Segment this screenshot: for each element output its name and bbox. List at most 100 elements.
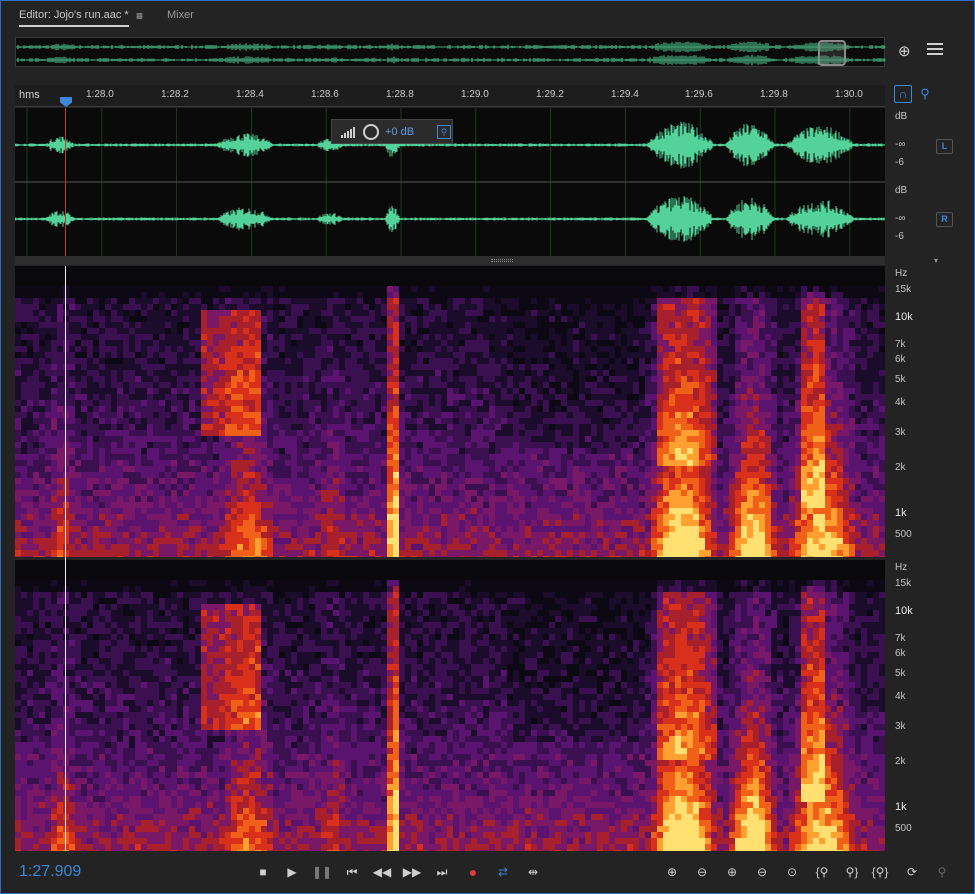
time-ruler[interactable]: hms 1:28.0 1:28.2 1:28.4 1:28.6 1:28.8 1… bbox=[15, 85, 885, 107]
spectrogram-cell bbox=[195, 538, 201, 544]
spectrogram-cell bbox=[249, 322, 255, 328]
spectrogram-cell bbox=[195, 292, 201, 298]
spectrogram-cell bbox=[159, 334, 165, 340]
snap-icon[interactable]: ∩ bbox=[894, 85, 912, 103]
spectrogram-cell bbox=[159, 418, 165, 424]
spectrogram-cell bbox=[237, 520, 243, 526]
overview-waveform[interactable] bbox=[15, 37, 886, 67]
zoom-navigator-icon[interactable]: ⊕ bbox=[898, 42, 916, 60]
hamburger-menu-icon[interactable]: ≡ bbox=[136, 9, 143, 23]
spectrogram-cell bbox=[231, 556, 237, 557]
spectrogram-cell bbox=[105, 460, 111, 466]
spectrogram-cell bbox=[39, 304, 45, 310]
spectrogram-cell bbox=[123, 454, 129, 460]
spectrogram-cell bbox=[129, 460, 135, 466]
spectrogram-cell bbox=[171, 526, 177, 532]
ruler-unit: hms bbox=[19, 89, 40, 101]
spectrogram-cell bbox=[183, 430, 189, 436]
spectrogram-cell bbox=[135, 472, 141, 478]
spectrogram-cell bbox=[99, 412, 105, 418]
volume-hud[interactable]: +0 dB ⚲ bbox=[331, 119, 453, 144]
spectrogram-cell bbox=[201, 472, 207, 478]
spectrogram-cell bbox=[45, 514, 51, 520]
spectrogram-cell bbox=[273, 310, 279, 316]
spectrogram-cell bbox=[243, 406, 249, 412]
spectrogram-cell bbox=[255, 520, 261, 526]
spectrogram-cell bbox=[201, 358, 207, 364]
spectral-display-left[interactable] bbox=[15, 266, 885, 557]
spectrogram-cell bbox=[111, 502, 117, 508]
spectrogram-cell bbox=[39, 352, 45, 358]
marker-pin-icon[interactable]: ⚲ bbox=[916, 85, 934, 103]
spectrogram-cell bbox=[279, 508, 285, 514]
spectrogram-cell bbox=[105, 490, 111, 496]
spectrogram-cell bbox=[27, 508, 33, 514]
spectrogram-cell bbox=[147, 544, 153, 550]
spectrogram-cell bbox=[213, 352, 219, 358]
tab-editor[interactable]: Editor: Jojo's run.aac * bbox=[19, 9, 129, 27]
spectrogram-cell bbox=[93, 424, 99, 430]
spectrogram-cell bbox=[81, 298, 87, 304]
spectrogram-cell bbox=[21, 448, 27, 454]
spectrogram-cell bbox=[153, 508, 159, 514]
spectrogram-cell bbox=[123, 484, 129, 490]
volume-knob[interactable] bbox=[363, 124, 379, 140]
chevron-down-icon[interactable]: ▾ bbox=[934, 256, 938, 265]
spectrogram-cell bbox=[63, 484, 69, 490]
spectrogram-cell bbox=[105, 424, 111, 430]
spectrogram-cell bbox=[183, 370, 189, 376]
spectrogram-cell bbox=[225, 550, 231, 556]
channel-badge-right[interactable]: R bbox=[936, 212, 953, 227]
spectrogram-cell bbox=[213, 286, 219, 292]
splitter-grip[interactable] bbox=[491, 259, 513, 262]
spectrogram-cell bbox=[225, 538, 231, 544]
spectrogram-cell bbox=[69, 472, 75, 478]
spectrogram-cell bbox=[219, 430, 225, 436]
spectrogram-cell bbox=[171, 484, 177, 490]
spectrogram-cell bbox=[81, 514, 87, 520]
spectrogram-cell bbox=[57, 430, 63, 436]
spectrogram-cell bbox=[231, 436, 237, 442]
spectrogram-cell bbox=[231, 346, 237, 352]
spectrogram-cell bbox=[291, 388, 297, 394]
spectrogram-cell bbox=[93, 472, 99, 478]
spectrogram-cell bbox=[225, 430, 231, 436]
spectrogram-cell bbox=[27, 442, 33, 448]
view-options-icon[interactable] bbox=[927, 43, 943, 57]
spectrogram-cell bbox=[105, 526, 111, 532]
spectrogram-cell bbox=[15, 370, 21, 376]
spectrogram-cell bbox=[237, 370, 243, 376]
spectrogram-cell bbox=[153, 532, 159, 538]
spectrogram-cell bbox=[231, 502, 237, 508]
spectrogram-cell bbox=[243, 436, 249, 442]
spectrogram-cell bbox=[201, 310, 207, 316]
spectrogram-cell bbox=[261, 514, 267, 520]
spectrogram-cell bbox=[165, 550, 171, 556]
pin-icon[interactable]: ⚲ bbox=[437, 125, 451, 139]
spectrogram-cell bbox=[231, 532, 237, 538]
spectrogram-cell bbox=[231, 328, 237, 334]
spectrogram-cell bbox=[123, 406, 129, 412]
spectrogram-cell bbox=[225, 328, 231, 334]
spectrogram-cell bbox=[219, 460, 225, 466]
spectrogram-cell bbox=[75, 436, 81, 442]
spectrogram-cell bbox=[123, 460, 129, 466]
spectrogram-cell bbox=[273, 514, 279, 520]
spectrogram-cell bbox=[291, 550, 297, 556]
view-splitter[interactable] bbox=[15, 256, 885, 265]
spectrogram-cell bbox=[87, 484, 93, 490]
spectrogram-cell bbox=[27, 478, 33, 484]
channel-badge-left[interactable]: L bbox=[936, 139, 953, 154]
spectrogram-cell bbox=[105, 364, 111, 370]
spectrogram-cell bbox=[87, 508, 93, 514]
spectrogram-cell bbox=[159, 400, 165, 406]
spectrogram-cell bbox=[291, 460, 297, 466]
spectrogram-cell bbox=[237, 364, 243, 370]
tab-mixer[interactable]: Mixer bbox=[167, 9, 194, 21]
spectrogram-cell bbox=[27, 376, 33, 382]
spectrogram-cell bbox=[279, 538, 285, 544]
overview-view-handle[interactable] bbox=[818, 40, 846, 66]
spectrogram-cell bbox=[165, 418, 171, 424]
spectrogram-cell bbox=[261, 454, 267, 460]
spectrogram-cell bbox=[69, 508, 75, 514]
